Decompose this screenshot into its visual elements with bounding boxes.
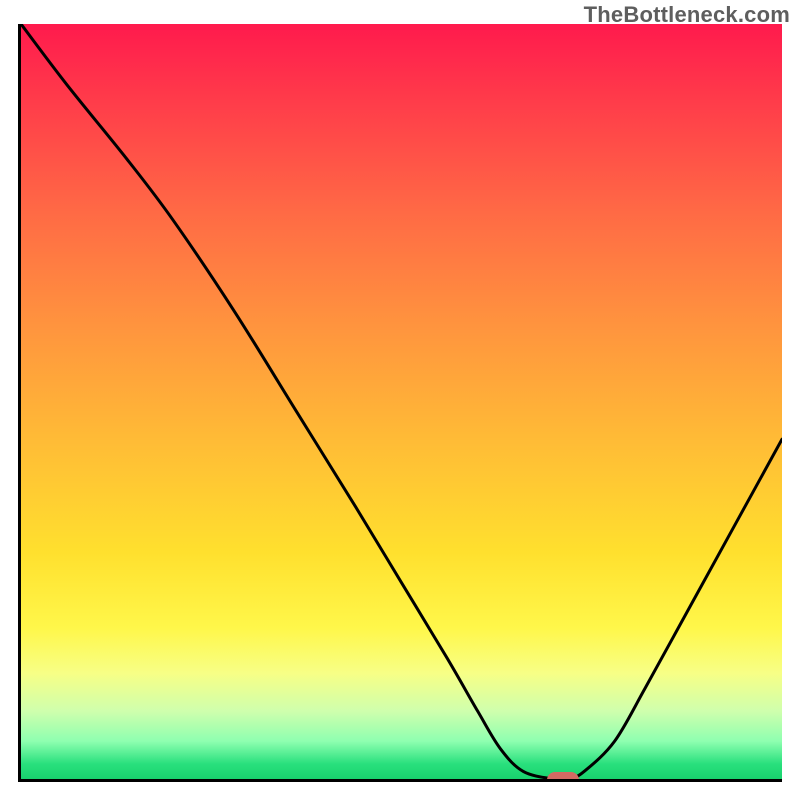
plot-area <box>18 24 782 782</box>
optimal-marker <box>547 772 579 782</box>
chart-frame: TheBottleneck.com <box>0 0 800 800</box>
watermark-text: TheBottleneck.com <box>584 2 790 28</box>
curve-path <box>21 24 782 779</box>
bottleneck-curve <box>21 24 782 779</box>
